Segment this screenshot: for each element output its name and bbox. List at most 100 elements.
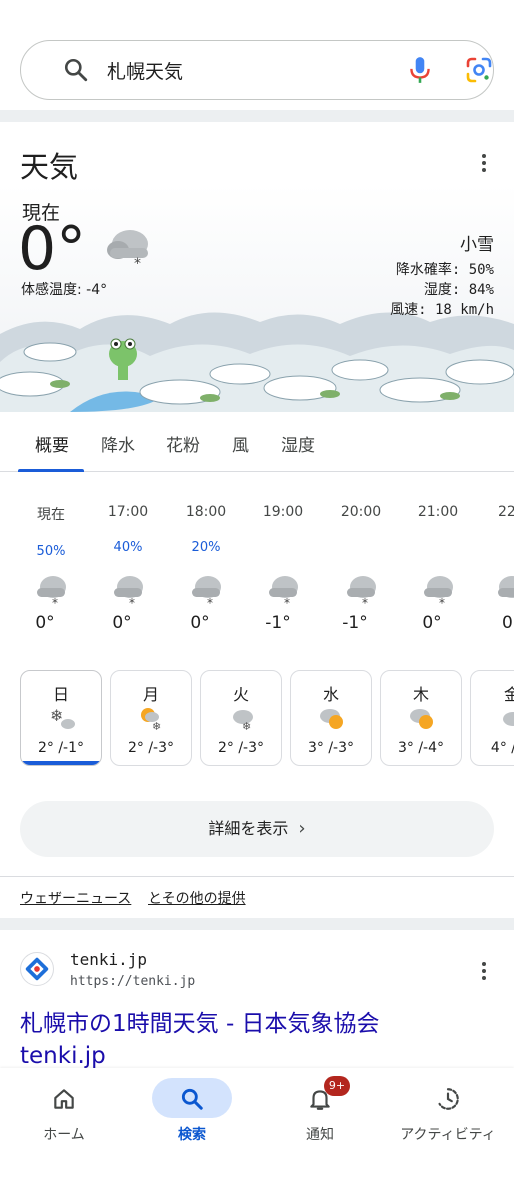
nav-home-label: ホーム	[43, 1127, 85, 1143]
nav-search-pill	[152, 1078, 232, 1118]
tab-humidity[interactable]: 湿度	[281, 431, 315, 456]
hour-time: 18:00	[185, 504, 227, 520]
tenki-favicon-icon	[20, 952, 54, 986]
tab-pollen[interactable]: 花粉	[166, 431, 200, 456]
day-card[interactable]: 金 4° /-	[470, 670, 514, 766]
section-divider	[0, 918, 514, 930]
hourly-item: 20:00	[326, 504, 396, 520]
nav-home-pill	[24, 1078, 104, 1118]
result-more-options-icon[interactable]	[481, 962, 487, 984]
show-details-button[interactable]: 詳細を表示 ›	[20, 801, 494, 857]
nav-activity-label: アクティビティ	[400, 1127, 496, 1143]
svg-text:*: *	[284, 596, 290, 608]
tab-wind[interactable]: 風	[232, 431, 249, 456]
hour-temp: 0°	[422, 613, 442, 633]
more-options-icon[interactable]	[481, 154, 487, 176]
day-card[interactable]: 水 3° /-3°	[290, 670, 372, 766]
day-temps: 4° /-	[490, 740, 514, 756]
site-url: https://tenki.jp	[70, 974, 196, 989]
hour-temp-cell: -1°	[320, 613, 390, 633]
other-providers-link[interactable]: とその他の提供	[148, 888, 246, 908]
chevron-right-icon: ›	[298, 818, 306, 839]
search-icon	[181, 1088, 203, 1110]
svg-text:*: *	[129, 596, 135, 608]
result-title-line1: 札幌市の1時間天気 - 日本気象協会	[20, 1011, 380, 1037]
cloud-snow-icon: *	[347, 576, 376, 608]
svg-text:*: *	[362, 596, 368, 608]
hourly-item: 21:00	[403, 504, 473, 520]
day-name: 木	[412, 685, 429, 704]
search-icon[interactable]	[63, 57, 89, 83]
hour-time: 19:00	[262, 504, 304, 520]
tab-precipitation[interactable]: 降水	[101, 431, 135, 456]
day-card[interactable]: 月 ❄ 2° /-3°	[110, 670, 192, 766]
activity-history-icon	[438, 1088, 459, 1110]
day-name: 火	[232, 685, 249, 704]
tab-overview[interactable]: 概要	[35, 431, 69, 456]
nav-notifications-label: 通知	[306, 1127, 334, 1143]
day-card[interactable]: 火 ❄ 2° /-3°	[200, 670, 282, 766]
day-temps: 2° /-1°	[37, 740, 85, 756]
weathernews-link[interactable]: ウェザーニュース	[20, 888, 131, 908]
search-header: 札幌天気	[0, 0, 514, 110]
hour-temp-cell: 0°	[165, 613, 235, 633]
search-bar[interactable]: 札幌天気	[20, 40, 494, 100]
hour-temp: 0°	[502, 613, 514, 633]
current-temperature: 0°	[18, 214, 87, 284]
nav-search-label: 検索	[178, 1127, 206, 1143]
day-temps: 3° /-3°	[307, 740, 355, 756]
hour-temp-cell: 0°	[10, 613, 80, 633]
nav-notifications-pill: 9+	[280, 1076, 360, 1118]
hour-time: 21:00	[417, 504, 459, 520]
precip-probability: 降水確率: 50%	[395, 262, 494, 278]
hour-temp-cell: 0°	[480, 613, 514, 633]
day-card[interactable]: 木 3° /-4°	[380, 670, 462, 766]
cloud-snow-icon: *	[192, 576, 221, 608]
svg-text:❄: ❄	[152, 720, 161, 731]
day-card-selected[interactable]: 日 ❄ 2° /-1°	[20, 670, 102, 766]
nav-search[interactable]: 検索	[128, 1078, 256, 1144]
nav-home[interactable]: ホーム	[0, 1078, 128, 1144]
cloud-snow-icon: *	[37, 576, 66, 608]
svg-text:*: *	[439, 596, 445, 608]
nav-activity[interactable]: アクティビティ	[384, 1078, 512, 1144]
selected-day-indicator	[21, 761, 101, 765]
day-name: 水	[322, 685, 339, 704]
day-name: 月	[142, 685, 159, 704]
weather-credits: ウェザーニュース とその他の提供	[0, 876, 514, 918]
result-title[interactable]: 札幌市の1時間天気 - 日本気象協会 tenki.jp	[20, 1008, 380, 1072]
day-temps: 2° /-3°	[127, 740, 175, 756]
section-divider	[0, 110, 514, 122]
day-name: 金	[471, 681, 514, 705]
search-input[interactable]: 札幌天気	[107, 57, 183, 84]
hour-temp-cell: -1°	[243, 613, 313, 633]
nav-notifications[interactable]: 9+ 通知	[256, 1076, 384, 1144]
hour-temp: -1°	[342, 613, 368, 633]
weather-tabs: 概要 降水 花粉 風 湿度	[0, 412, 514, 472]
hour-temp: 0°	[190, 613, 210, 633]
cloud-snow-icon	[498, 576, 514, 598]
google-lens-icon[interactable]	[465, 56, 493, 84]
cloud-snow-icon: *	[107, 230, 148, 270]
notification-badge: 9+	[324, 1076, 350, 1096]
hourly-item: 22	[480, 504, 514, 520]
microphone-icon[interactable]	[407, 55, 433, 85]
show-details-label: 詳細を表示	[208, 819, 289, 838]
feels-like: 体感温度: -4°	[21, 282, 108, 298]
svg-text:*: *	[52, 596, 58, 608]
hour-precip: 50%	[36, 544, 66, 559]
svg-text:❄: ❄	[50, 706, 63, 725]
hour-time: 22	[498, 504, 514, 520]
search-result[interactable]: tenki.jp https://tenki.jp 札幌市の1時間天気 - 日本…	[0, 930, 514, 1070]
hour-time: 20:00	[340, 504, 382, 520]
cloud-snow-icon: *	[269, 576, 298, 608]
wind-speed: 風速: 18 km/h	[390, 302, 494, 318]
cloud-snow-icon: *	[424, 576, 453, 608]
hourly-item: 17:00 40%	[93, 504, 163, 555]
day-name: 日	[52, 685, 69, 704]
snow-icon: ❄	[50, 706, 75, 729]
active-tab-indicator	[18, 469, 84, 472]
hour-temp: 0°	[112, 613, 132, 633]
cloud-snow-icon: ❄	[233, 710, 253, 731]
hour-temp-cell: 0°	[87, 613, 157, 633]
